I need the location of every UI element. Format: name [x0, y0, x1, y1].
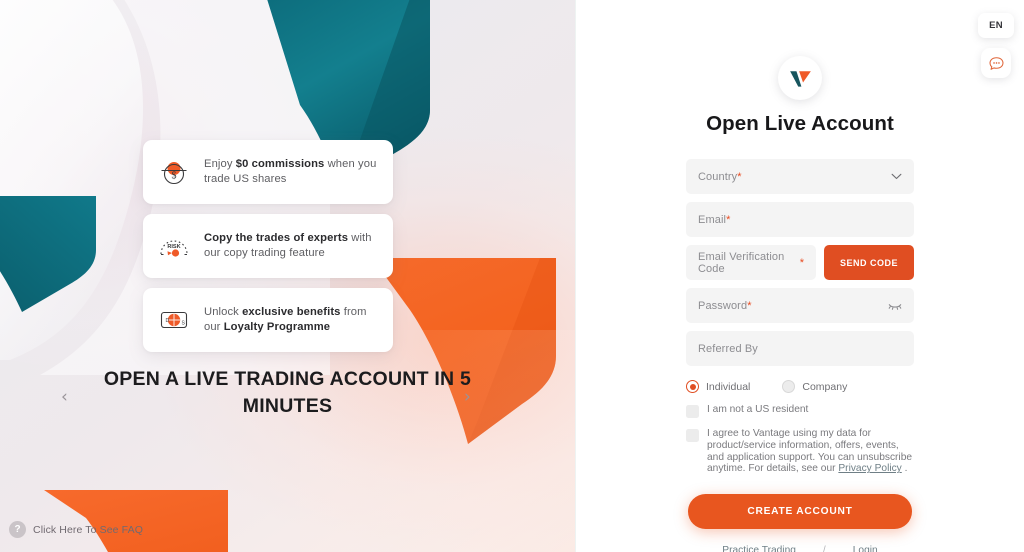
verification-code-row: Email Verification Code * SEND CODE	[686, 245, 914, 280]
eye-off-icon[interactable]	[888, 301, 902, 311]
loyalty-gift-icon: D S	[155, 301, 193, 339]
practice-trading-link[interactable]: Practice Trading	[722, 545, 796, 552]
signup-form-panel: EN Open Live Account Country * Email * E…	[575, 0, 1024, 552]
create-account-button[interactable]: CREATE ACCOUNT	[688, 494, 912, 530]
footer-links: Practice Trading / Login	[722, 545, 877, 552]
referred-by-field[interactable]: Referred By	[686, 331, 914, 366]
password-field[interactable]: Password *	[686, 288, 914, 323]
referred-by-label: Referred By	[698, 342, 758, 355]
chat-bubble-icon	[989, 56, 1003, 70]
country-select[interactable]: Country *	[686, 159, 914, 194]
radio-individual-label: Individual	[706, 380, 751, 393]
faq-label: Click Here To See FAQ	[33, 523, 143, 536]
feature-card-list: $ Enjoy $0 commissions when you trade US…	[143, 140, 393, 352]
checkbox-us-resident-label: I am not a US resident	[707, 404, 809, 415]
verification-code-field[interactable]: Email Verification Code *	[686, 245, 816, 280]
dollar-circle-icon: $	[155, 153, 193, 191]
page-title: Open Live Account	[706, 112, 894, 135]
language-button[interactable]: EN	[978, 13, 1014, 38]
svg-text:D: D	[166, 318, 170, 324]
required-asterisk: *	[747, 299, 752, 312]
radio-company-icon	[782, 380, 796, 393]
privacy-policy-link[interactable]: Privacy Policy	[838, 463, 901, 474]
signup-page: $ Enjoy $0 commissions when you trade US…	[0, 0, 1024, 552]
carousel-next-icon[interactable]: ›	[464, 389, 471, 406]
verification-code-label: Email Verification Code	[698, 250, 785, 275]
required-asterisk: *	[737, 170, 742, 183]
chevron-down-icon	[891, 171, 902, 182]
feature-card-commissions: $ Enjoy $0 commissions when you trade US…	[143, 140, 393, 204]
promo-headline: OPEN A LIVE TRADING ACCOUNT IN 5 MINUTES	[103, 368, 472, 417]
checkbox-marketing-consent-label: I agree to Vantage using my data for pro…	[707, 428, 914, 475]
email-label: Email	[698, 213, 727, 226]
account-type-radio-group: Individual Company	[686, 380, 914, 393]
checkbox-us-resident[interactable]: I am not a US resident	[686, 404, 914, 418]
faq-link[interactable]: ? Click Here To See FAQ	[9, 521, 143, 538]
consent-text-after: .	[901, 463, 908, 475]
checkbox-marketing-consent-icon	[686, 429, 699, 442]
radio-individual-icon	[686, 380, 699, 393]
risk-gauge-icon: RISK	[155, 227, 193, 265]
feature-card-text: Copy the trades of experts with our copy…	[204, 231, 372, 260]
radio-company[interactable]: Company	[782, 380, 847, 393]
brand-logo	[778, 56, 822, 100]
top-right-controls: EN	[978, 13, 1014, 78]
signup-form: Open Live Account Country * Email * Email …	[576, 0, 1024, 552]
svg-text:$: $	[172, 171, 177, 182]
chat-button[interactable]	[981, 48, 1011, 78]
links-separator: /	[822, 545, 826, 552]
required-asterisk: *	[799, 256, 804, 269]
login-link[interactable]: Login	[853, 545, 878, 552]
checkbox-marketing-consent[interactable]: I agree to Vantage using my data for pro…	[686, 428, 914, 475]
feature-card-loyalty: D S Unlock exclusive benefits from our L…	[143, 288, 393, 352]
feature-card-copy-trading: RISK Copy the trades of experts with our…	[143, 214, 393, 278]
country-label: Country	[698, 170, 738, 183]
form-fields: Country * Email * Email Verification Code *…	[686, 159, 914, 366]
feature-card-text: Unlock exclusive benefits from our Loyal…	[204, 305, 367, 334]
left-promo-panel: $ Enjoy $0 commissions when you trade US…	[0, 0, 575, 552]
vantage-logo-icon	[789, 70, 811, 87]
checkbox-us-resident-icon	[686, 405, 699, 418]
svg-text:S: S	[182, 321, 186, 327]
required-asterisk: *	[726, 213, 731, 226]
svg-text:RISK: RISK	[167, 244, 180, 250]
send-code-button[interactable]: SEND CODE	[824, 245, 914, 280]
feature-card-text: Enjoy $0 commissions when you trade US s…	[204, 157, 377, 186]
email-field[interactable]: Email *	[686, 202, 914, 237]
password-label: Password	[698, 299, 748, 312]
radio-company-label: Company	[802, 380, 848, 393]
radio-individual[interactable]: Individual	[686, 380, 750, 393]
question-mark-icon: ?	[9, 521, 26, 538]
carousel-prev-icon[interactable]: ‹	[61, 389, 68, 406]
